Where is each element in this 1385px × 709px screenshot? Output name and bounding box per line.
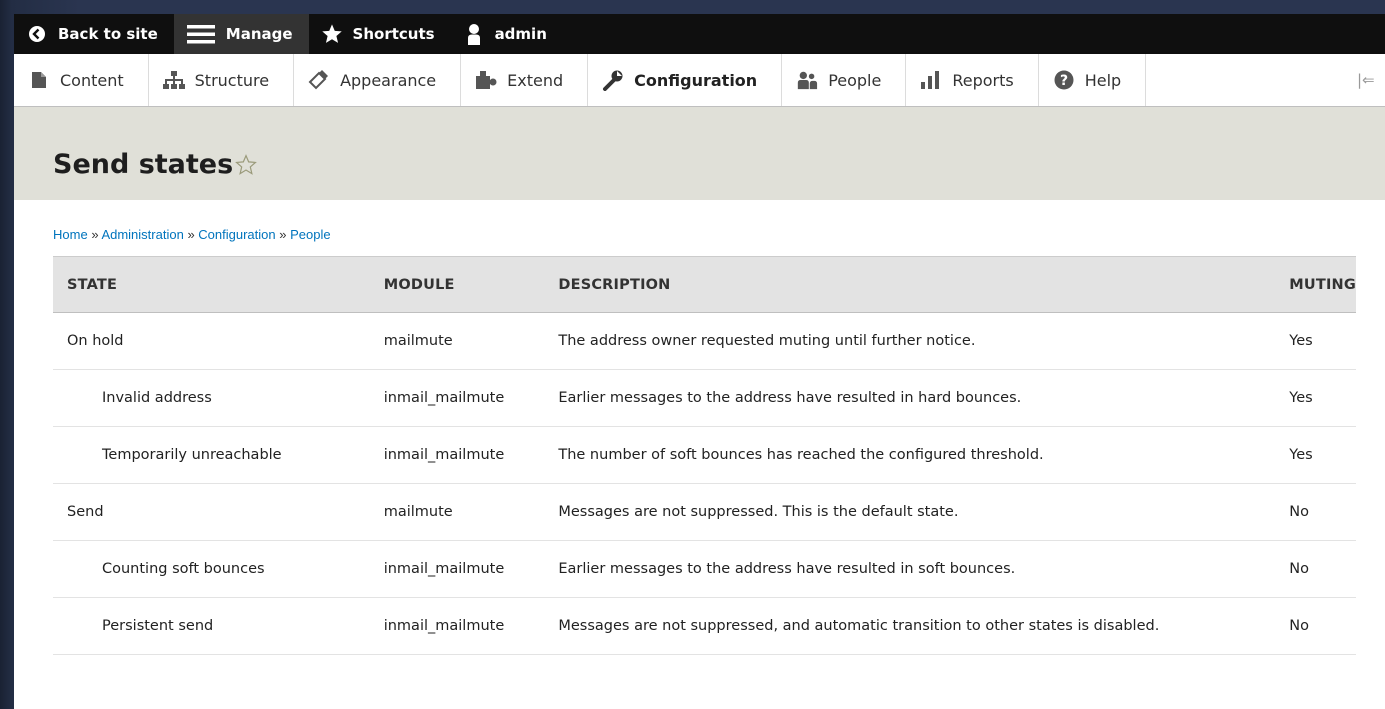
breadcrumb-separator: » — [187, 227, 199, 242]
help-icon: ? — [1053, 69, 1075, 91]
breadcrumb: Home » Administration » Configuration » … — [53, 227, 331, 242]
cell-module: inmail_mailmute — [383, 390, 505, 406]
tray-item-content[interactable]: Content — [14, 54, 149, 106]
cell-state: Persistent send — [102, 618, 214, 634]
breadcrumb-link-home[interactable]: Home — [53, 227, 88, 242]
shortcuts-tab[interactable]: Shortcuts — [309, 14, 451, 54]
svg-text:?: ? — [1060, 73, 1068, 89]
cell-muting: No — [1289, 561, 1309, 577]
table-row: On hold mailmute The address owner reque… — [53, 313, 1356, 370]
tray-item-people[interactable]: People — [782, 54, 907, 106]
tray-item-label: Reports — [952, 70, 1014, 90]
tray-item-extend[interactable]: Extend — [461, 54, 589, 106]
tray-item-label: Configuration — [634, 70, 758, 90]
configuration-icon — [602, 69, 624, 91]
cell-description: Earlier messages to the address have res… — [558, 561, 1016, 577]
user-tab[interactable]: admin — [451, 14, 563, 54]
user-label: admin — [494, 25, 547, 43]
cell-state: Send — [67, 504, 104, 520]
tray-collapse-toggle[interactable]: |⇐ — [1357, 54, 1385, 106]
cell-state: Temporarily unreachable — [102, 447, 282, 463]
cell-description: Messages are not suppressed. This is the… — [558, 504, 959, 520]
tray-item-label: People — [828, 70, 882, 90]
collapse-arrow-icon: |⇐ — [1357, 71, 1375, 89]
hamburger-icon — [186, 23, 216, 45]
breadcrumb-link-administration[interactable]: Administration — [101, 227, 183, 242]
shortcuts-label: Shortcuts — [352, 25, 435, 43]
column-header-module: MODULE — [383, 276, 455, 293]
tray-item-structure[interactable]: Structure — [149, 54, 295, 106]
cell-module: mailmute — [383, 504, 453, 520]
table-row: Counting soft bounces inmail_mailmute Ea… — [53, 541, 1356, 598]
back-to-site-link[interactable]: Back to site — [14, 14, 174, 54]
cell-description: The number of soft bounces has reached t… — [558, 447, 1044, 463]
tray-item-appearance[interactable]: Appearance — [294, 54, 462, 106]
content-icon — [28, 69, 50, 91]
cell-muting: No — [1289, 504, 1309, 520]
tray-item-label: Extend — [507, 70, 564, 90]
cell-module: mailmute — [383, 333, 453, 349]
tray-item-label: Help — [1084, 70, 1122, 90]
appearance-icon — [308, 69, 330, 91]
cell-description: Messages are not suppressed, and automat… — [558, 618, 1160, 634]
back-to-site-label: Back to site — [58, 25, 158, 43]
page-title: Send states — [53, 149, 234, 180]
cell-muting: Yes — [1289, 447, 1313, 463]
cell-description: Earlier messages to the address have res… — [558, 390, 1022, 406]
cell-description: The address owner requested muting until… — [558, 333, 976, 349]
column-header-description: DESCRIPTION — [558, 276, 671, 293]
cell-state: Counting soft bounces — [102, 561, 265, 577]
extend-icon — [475, 69, 497, 91]
breadcrumb-separator: » — [279, 227, 291, 242]
admin-toolbar: Back to site Manage Shortcuts admin — [14, 14, 1385, 54]
tray-item-configuration[interactable]: Configuration — [588, 54, 783, 106]
structure-icon — [162, 69, 185, 91]
tray-item-label: Appearance — [340, 70, 437, 90]
manage-label: Manage — [225, 25, 293, 43]
table-header-row: STATE MODULE DESCRIPTION MUTING — [53, 256, 1356, 313]
cell-module: inmail_mailmute — [383, 618, 505, 634]
cell-module: inmail_mailmute — [383, 447, 505, 463]
column-header-muting: MUTING — [1289, 276, 1356, 293]
tray-item-help[interactable]: ? Help — [1039, 54, 1147, 106]
cell-state: Invalid address — [102, 390, 212, 406]
shortcut-star-icon[interactable] — [235, 154, 257, 180]
cell-muting: Yes — [1289, 390, 1313, 406]
breadcrumb-separator: » — [91, 227, 102, 242]
page-header: Send states — [14, 107, 1385, 200]
admin-tray: Content Structure Appearance Extend Conf… — [14, 54, 1385, 107]
cell-state: On hold — [67, 333, 124, 349]
cell-module: inmail_mailmute — [383, 561, 505, 577]
breadcrumb-link-people[interactable]: People — [290, 227, 330, 242]
reports-icon — [920, 69, 942, 91]
table-row: Temporarily unreachable inmail_mailmute … — [53, 427, 1356, 484]
tray-item-label: Content — [60, 70, 124, 90]
cell-muting: No — [1289, 618, 1309, 634]
user-icon — [463, 23, 485, 45]
browser-viewport: Back to site Manage Shortcuts admin Cont… — [14, 14, 1385, 709]
table-row: Invalid address inmail_mailmute Earlier … — [53, 370, 1356, 427]
tray-item-label: Structure — [194, 70, 270, 90]
tray-item-reports[interactable]: Reports — [906, 54, 1039, 106]
back-arrow-icon — [26, 23, 48, 45]
table-row: Send mailmute Messages are not suppresse… — [53, 484, 1356, 541]
column-header-state: STATE — [67, 276, 118, 293]
manage-tab[interactable]: Manage — [173, 14, 309, 54]
breadcrumb-link-configuration[interactable]: Configuration — [198, 227, 275, 242]
table-row: Persistent send inmail_mailmute Messages… — [53, 598, 1356, 655]
cell-muting: Yes — [1289, 333, 1313, 349]
send-states-table: STATE MODULE DESCRIPTION MUTING On hold … — [53, 256, 1356, 655]
star-icon — [321, 23, 343, 45]
people-icon — [796, 69, 818, 91]
